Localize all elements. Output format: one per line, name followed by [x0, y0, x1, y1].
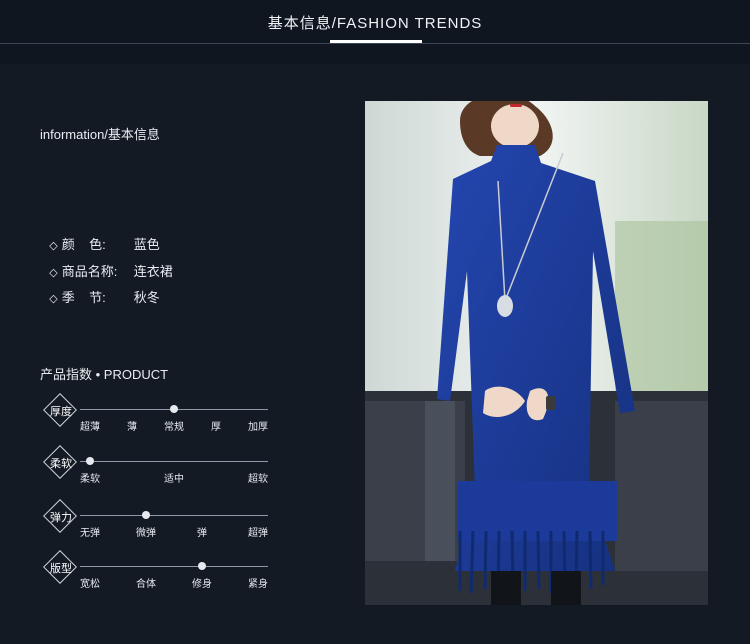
scale-option-label: 柔软: [80, 474, 100, 485]
scale-track: [80, 566, 268, 567]
scale-selected-marker: [142, 511, 150, 519]
attr-label: 季 节:: [61, 290, 106, 305]
model-photo-illustration: [365, 101, 708, 605]
title-underline: [330, 40, 422, 43]
model-photo: [365, 101, 708, 605]
scale-option-label: 薄: [127, 422, 137, 433]
scale-track: [80, 515, 268, 516]
scale-option-label: 超薄: [80, 422, 100, 433]
scale-option-label: 常规: [164, 422, 184, 433]
scale-selected-marker: [198, 562, 206, 570]
product-scale: 版型 宽松 合体 修身 紧身: [43, 550, 274, 591]
scale-option-label: 紧身: [248, 579, 268, 590]
scale-option-label: 超弹: [248, 528, 268, 539]
scale-selected-marker: [86, 457, 94, 465]
header-divider: [0, 43, 750, 44]
scale-option-label: 宽松: [80, 579, 100, 590]
scale-option-label: 微弹: [136, 528, 156, 539]
product-scale: 弹力 无弹 微弹 弹 超弹: [43, 499, 274, 540]
product-scale: 厚度 超薄 薄 常规 厚 加厚: [43, 393, 274, 434]
scale-option-label: 适中: [164, 474, 184, 485]
scale-option-label: 弹: [197, 528, 207, 539]
scale-badge-label: 柔软: [50, 458, 72, 470]
section-title: 基本信息/FASHION TRENDS: [267, 15, 483, 32]
product-scale: 柔软 柔软 适中 超软: [43, 445, 274, 486]
scale-option-label: 超软: [248, 474, 268, 485]
scale-option-label: 无弹: [80, 528, 100, 539]
scale-option-label: 厚: [211, 422, 221, 433]
scale-badge-label: 弹力: [50, 512, 72, 524]
attr-season: ◇ 季 节: 秋冬: [42, 272, 160, 306]
product-index-heading: 产品指数 • PRODUCT: [40, 367, 169, 382]
attr-value: 秋冬: [133, 290, 160, 305]
header-banner: 基本信息/FASHION TRENDS: [0, 0, 750, 64]
scale-badge-label: 版型: [50, 563, 72, 575]
scale-option-label: 修身: [192, 579, 212, 590]
scale-selected-marker: [170, 405, 178, 413]
scale-option-label: 合体: [136, 579, 156, 590]
info-heading: information/基本信息: [40, 127, 160, 142]
scale-option-label: 加厚: [248, 422, 268, 433]
scale-track: [80, 461, 268, 462]
diamond-bullet-icon: ◇: [49, 293, 58, 305]
scale-badge-label: 厚度: [50, 406, 72, 418]
